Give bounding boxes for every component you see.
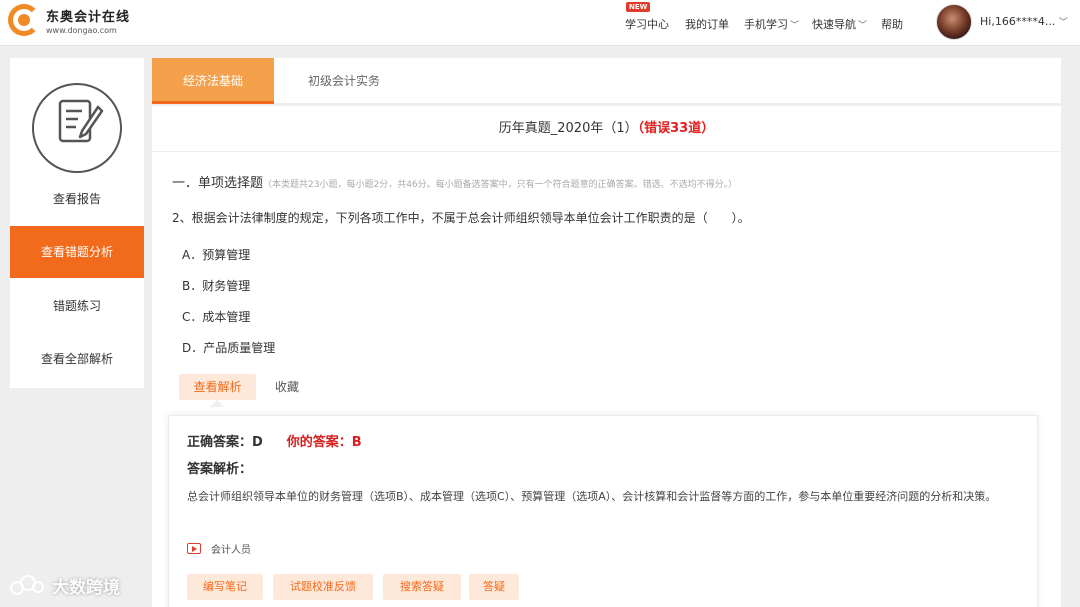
tab-accounting-practice[interactable]: 初级会计实务	[282, 58, 406, 104]
section-note: （本类题共23小题，每小题2分，共46分。每小题备选答案中，只有一个符合题意的正…	[263, 180, 738, 190]
option-b[interactable]: B．财务管理	[182, 277, 250, 294]
report-document-icon	[32, 83, 122, 173]
subject-tabs: 经济法基础 初级会计实务	[152, 58, 1061, 104]
section-title: 一．单项选择题	[172, 176, 264, 191]
nav-quick-navigation[interactable]: 快速导航 ﹀	[812, 16, 867, 32]
option-a[interactable]: A．预算管理	[182, 246, 250, 263]
video-play-icon	[187, 543, 201, 554]
watermark: 大数跨境	[10, 573, 120, 598]
analysis-panel: 正确答案：D 你的答案：B 答案解析： 总会计师组织领导本单位的财务管理（选项B）…	[168, 415, 1038, 607]
dongao-logo[interactable]: 东奥会计在线 www.dongao.com	[8, 4, 130, 36]
nav-study-center[interactable]: 学习中心	[625, 16, 669, 32]
main-content: 历年真题_2020年（1）（错误33道） 一．单项选择题（本类题共23小题，每小…	[152, 106, 1061, 607]
sidebar-item-wrong-practice[interactable]: 错题练习	[10, 280, 144, 332]
avatar[interactable]	[936, 4, 972, 40]
answer-row: 正确答案：D 你的答案：B	[187, 431, 362, 450]
question-text: 2、根据会计法律制度的规定，下列各项工作中，不属于总会计师组织领导本单位会计工作…	[172, 211, 750, 225]
ask-question-button[interactable]: 答疑	[469, 574, 519, 600]
chevron-down-icon: ﹀	[1058, 18, 1068, 28]
logo-icon	[8, 4, 40, 36]
top-header: 东奥会计在线 www.dongao.com NEW 学习中心 我的订单 手机学习…	[0, 0, 1080, 46]
sidebar: 查看报告 查看错题分析 错题练习 查看全部解析	[10, 58, 144, 388]
search-qa-button[interactable]: 搜索答疑	[383, 574, 461, 600]
tag-label: 会计人员	[211, 545, 251, 556]
tab-economic-law[interactable]: 经济法基础	[152, 58, 274, 104]
nav-my-orders[interactable]: 我的订单	[685, 16, 729, 32]
watermark-logo-icon	[10, 574, 46, 597]
page-title: 历年真题_2020年（1）（错误33道）	[152, 106, 1061, 152]
wrong-count: （错误33道）	[637, 121, 715, 136]
logo-name: 东奥会计在线	[46, 9, 131, 25]
option-d[interactable]: D．产品质量管理	[182, 339, 275, 356]
nav-help[interactable]: 帮助	[881, 16, 903, 32]
option-c[interactable]: C．成本管理	[182, 308, 250, 325]
section-header: 一．单项选择题（本类题共23小题，每小题2分，共46分。每小题备选答案中，只有一…	[172, 172, 737, 191]
feedback-button[interactable]: 试题校准反馈	[273, 574, 373, 600]
explanation-title: 答案解析：	[187, 462, 253, 477]
chevron-down-icon: ﹀	[858, 21, 868, 31]
favorite-button[interactable]: 收藏	[275, 374, 299, 400]
nav-mobile-study[interactable]: 手机学习 ﹀	[744, 16, 799, 32]
logo-url: www.dongao.com	[46, 25, 117, 35]
user-menu[interactable]: Hi,166****4... ﹀	[980, 15, 1068, 28]
caret-up-icon	[210, 400, 224, 407]
sidebar-item-all-analysis[interactable]: 查看全部解析	[10, 333, 144, 385]
chevron-down-icon: ﹀	[790, 21, 800, 31]
sidebar-item-wrong-analysis[interactable]: 查看错题分析	[10, 226, 144, 278]
write-notes-button[interactable]: 编写笔记	[187, 574, 263, 600]
explanation-text: 总会计师组织领导本单位的财务管理（选项B）、成本管理（选项C）、预算管理（选项A…	[187, 490, 997, 503]
knowledge-tag[interactable]: 会计人员	[187, 541, 251, 556]
your-answer: 你的答案：B	[286, 435, 362, 450]
view-analysis-button[interactable]: 查看解析	[179, 374, 256, 400]
correct-answer: 正确答案：D	[187, 435, 263, 450]
sidebar-item-view-report[interactable]: 查看报告	[10, 173, 144, 225]
new-badge: NEW	[626, 2, 651, 12]
